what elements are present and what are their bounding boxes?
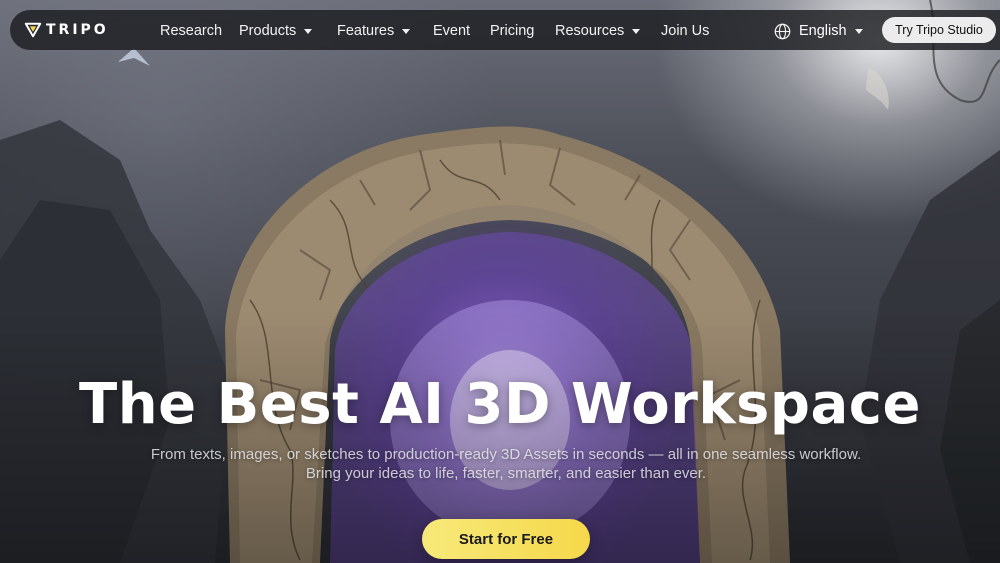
nav-item-label: Products bbox=[239, 23, 297, 39]
top-navbar: TRIPO Research Products Features Event P… bbox=[10, 10, 1000, 50]
tripo-logo-icon bbox=[24, 22, 42, 38]
language-selector[interactable]: English bbox=[774, 21, 863, 41]
nav-item-pricing[interactable]: Pricing bbox=[490, 21, 534, 41]
brand-name: TRIPO bbox=[46, 22, 109, 38]
nav-item-label: Features bbox=[337, 23, 395, 39]
nav-item-products[interactable]: Products bbox=[239, 21, 313, 41]
nav-item-label: Join Us bbox=[661, 23, 710, 39]
try-tripo-studio-button[interactable]: Try Tripo Studio bbox=[882, 17, 996, 43]
nav-item-label: Event bbox=[433, 23, 471, 39]
start-for-free-button[interactable]: Start for Free bbox=[422, 519, 590, 559]
globe-icon bbox=[774, 23, 791, 39]
hero-title: The Best AI 3D Workspace bbox=[79, 372, 921, 437]
hero-subtitle-line1: From texts, images, or sketches to produ… bbox=[150, 446, 862, 463]
nav-item-label: Resources bbox=[555, 23, 625, 39]
nav-item-resources[interactable]: Resources bbox=[555, 21, 641, 41]
hero-subtitle-line2: Bring your ideas to life, faster, smarte… bbox=[305, 465, 707, 482]
nav-item-join-us[interactable]: Join Us bbox=[661, 21, 709, 41]
brand-logo[interactable]: TRIPO bbox=[24, 20, 109, 40]
language-label: English bbox=[799, 23, 847, 39]
nav-item-features[interactable]: Features bbox=[337, 21, 411, 41]
nav-item-label: Research bbox=[160, 23, 223, 39]
chevron-down-icon bbox=[304, 28, 313, 34]
nav-item-research[interactable]: Research bbox=[160, 21, 222, 41]
chevron-down-icon bbox=[632, 28, 641, 34]
chevron-down-icon bbox=[402, 28, 411, 34]
nav-item-event[interactable]: Event bbox=[433, 21, 470, 41]
nav-item-label: Pricing bbox=[490, 23, 535, 39]
chevron-down-icon bbox=[854, 28, 863, 34]
